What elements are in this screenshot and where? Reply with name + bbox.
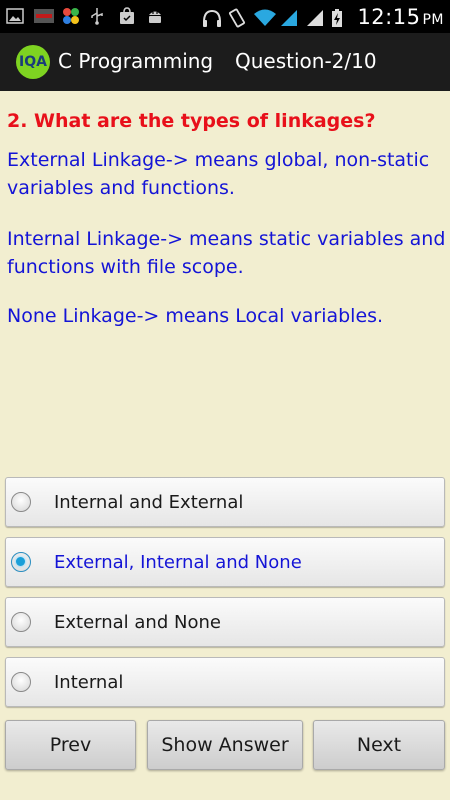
headphones-icon bbox=[201, 8, 222, 27]
answer-paragraph-none: None Linkage-> means Local variables. bbox=[7, 305, 384, 327]
radio-button[interactable] bbox=[11, 672, 31, 692]
radio-button-checked[interactable] bbox=[11, 552, 31, 572]
vibrate-icon bbox=[227, 8, 246, 27]
system-icons: 12:15 PM bbox=[201, 0, 444, 33]
status-bar: 12:15 PM bbox=[0, 0, 450, 33]
notification-icons bbox=[6, 7, 164, 25]
android-icon bbox=[146, 7, 164, 25]
clock: 12:15 PM bbox=[357, 5, 444, 29]
image-icon bbox=[6, 7, 24, 25]
show-answer-button[interactable]: Show Answer bbox=[147, 720, 303, 770]
radio-button[interactable] bbox=[11, 612, 31, 632]
signal-icon bbox=[305, 8, 324, 26]
logo-text: IQA bbox=[19, 54, 47, 70]
shopping-bag-icon bbox=[118, 7, 136, 25]
option-external-and-none[interactable]: External and None bbox=[5, 597, 445, 647]
radio-button[interactable] bbox=[11, 492, 31, 512]
clock-time: 12:15 bbox=[357, 4, 421, 29]
flower-app-icon bbox=[62, 7, 80, 25]
app-title: C Programming bbox=[58, 49, 214, 73]
clock-ampm: PM bbox=[422, 11, 444, 28]
prev-button[interactable]: Prev bbox=[5, 720, 136, 770]
question-heading: 2. What are the types of linkages? bbox=[7, 110, 376, 132]
news-app-icon bbox=[34, 7, 54, 25]
option-label: Internal bbox=[54, 672, 124, 693]
usb-icon bbox=[90, 7, 108, 25]
option-label: External, Internal and None bbox=[54, 552, 302, 573]
option-internal[interactable]: Internal bbox=[5, 657, 445, 707]
signal-icon bbox=[279, 8, 298, 26]
next-button[interactable]: Next bbox=[313, 720, 445, 770]
answer-paragraph-internal: Internal Linkage-> means static variable… bbox=[7, 228, 446, 278]
option-label: External and None bbox=[54, 612, 221, 633]
action-bar: IQA C Programming Question-2/10 bbox=[0, 33, 450, 91]
option-internal-and-external[interactable]: Internal and External bbox=[5, 477, 445, 527]
option-label: Internal and External bbox=[54, 492, 244, 513]
wifi-icon bbox=[253, 8, 277, 26]
option-external-internal-none[interactable]: External, Internal and None bbox=[5, 537, 445, 587]
battery-charging-icon bbox=[331, 8, 349, 27]
question-counter: Question-2/10 bbox=[235, 49, 377, 73]
answer-paragraph-external: External Linkage-> means global, non-sta… bbox=[7, 149, 430, 199]
app-logo-icon[interactable]: IQA bbox=[16, 45, 50, 79]
